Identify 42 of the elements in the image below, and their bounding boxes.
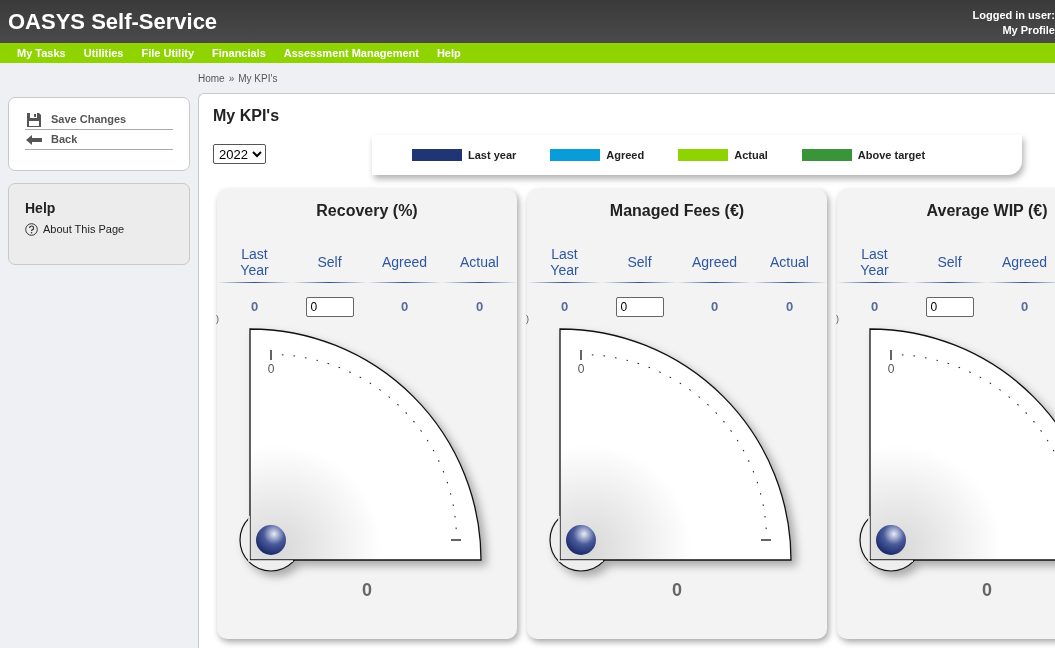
tick-label: 0 <box>267 362 275 377</box>
kpi-title: Recovery (%) <box>315 201 419 222</box>
kpi-title: Managed Fees (€) <box>608 201 746 222</box>
legend-label: Agreed <box>606 147 645 163</box>
breadcrumb-separator: » <box>228 71 235 86</box>
help-heading: Help <box>25 199 57 218</box>
tick-label: 0 <box>887 362 895 377</box>
logged-in-label: Logged in user: <box>972 7 1055 22</box>
app-title: OASYS Self-Service <box>8 8 218 36</box>
page-title: My KPI's <box>213 106 281 126</box>
self-input[interactable]: 0 <box>615 297 664 318</box>
gauge-reading: 0 <box>981 579 993 603</box>
value-text: 0 <box>785 298 794 317</box>
kpi-title: Average WIP (€) <box>925 201 1049 222</box>
profile-link[interactable]: My Profile <box>972 21 1055 37</box>
legend-label: Actual <box>734 147 768 163</box>
tick-label: 0 <box>577 362 585 377</box>
gauge-reading: 0 <box>671 579 683 603</box>
breadcrumb-item: My KPI's <box>238 71 278 86</box>
stray-mark: ) <box>836 313 839 327</box>
gauge-reading: 0 <box>361 579 373 603</box>
save-icon <box>26 111 42 128</box>
stray-mark: ) <box>216 313 219 327</box>
legend-label: Above target <box>857 147 926 163</box>
value-text: 0 <box>870 298 879 317</box>
breadcrumb-item[interactable]: Home <box>198 70 225 86</box>
value-text: 0 <box>1020 298 1029 317</box>
year-select[interactable]: 2022 <box>213 144 266 165</box>
help-icon <box>25 222 38 236</box>
self-input[interactable]: 0 <box>305 297 354 318</box>
stray-mark: ) <box>526 313 529 327</box>
help-link[interactable]: About This Page <box>25 221 173 238</box>
value-text: 0 <box>400 298 409 317</box>
sidebar-action-link[interactable]: Back <box>25 130 173 150</box>
sidebar-action-link[interactable]: Save Changes <box>25 110 173 130</box>
value-text: 0 <box>560 298 569 317</box>
value-text: 0 <box>710 298 719 317</box>
legend-label: Last year <box>468 147 517 163</box>
value-text: 0 <box>475 298 484 317</box>
back-arrow-icon <box>26 134 42 145</box>
value-text: 0 <box>250 298 259 317</box>
self-input[interactable]: 0 <box>925 297 974 318</box>
